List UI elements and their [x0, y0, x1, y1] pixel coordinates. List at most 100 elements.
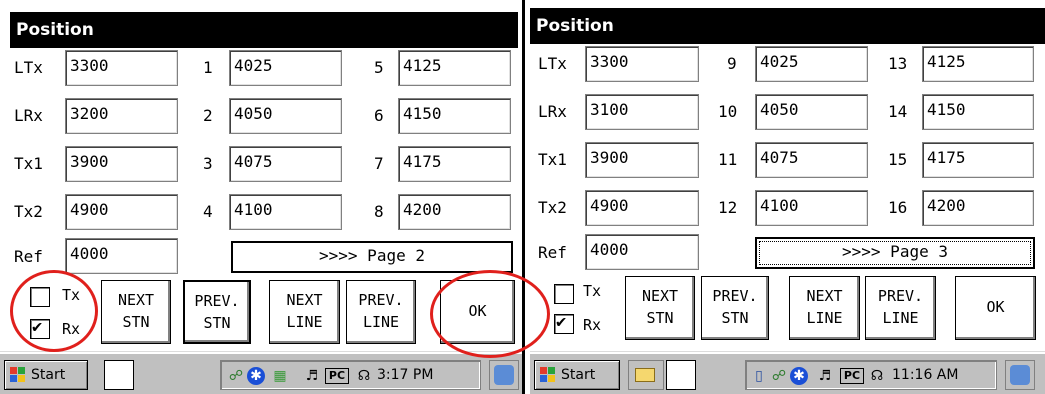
bluetooth-icon[interactable]: ✱ [790, 367, 808, 385]
position-14-field[interactable]: 4150 [922, 94, 1034, 130]
start-button[interactable]: Start [534, 360, 620, 390]
tx2-field[interactable]: 4900 [65, 194, 178, 230]
ltx-label: LTx [538, 54, 567, 73]
next-stn-button[interactable]: NEXT STN [625, 276, 695, 340]
position-13-field[interactable]: 4125 [922, 46, 1034, 82]
prev-line-button[interactable]: PREV. LINE [865, 276, 936, 340]
ltx-label: LTx [14, 58, 43, 77]
next-line-button[interactable]: NEXT LINE [789, 276, 860, 340]
network-icon[interactable]: ☍ [227, 367, 245, 385]
window-title: Position [10, 12, 518, 48]
ltx-field[interactable]: 3300 [65, 50, 178, 86]
position-window-right: Position LTx 3300 9 4025 13 4125 LRx 310… [530, 0, 1045, 394]
annotation-circle-ok [430, 270, 550, 358]
position-10-field[interactable]: 4050 [755, 94, 868, 130]
row-number: 4 [203, 202, 213, 221]
sync-icon[interactable]: ☊ [353, 367, 375, 385]
row-number: 12 [718, 198, 738, 217]
sound-icon[interactable]: ♬ [816, 367, 834, 385]
sync-icon[interactable]: ☊ [866, 367, 888, 385]
keyboard-icon[interactable] [1005, 360, 1035, 390]
button-label: PREV. [358, 291, 404, 309]
tx1-field[interactable]: 3900 [585, 142, 699, 178]
ltx-field[interactable]: 3300 [585, 46, 699, 82]
tx1-field[interactable]: 3900 [65, 146, 178, 182]
row-number: 3 [203, 154, 213, 173]
row-number: 13 [888, 54, 908, 73]
pc-sync-icon[interactable]: PC [840, 368, 864, 384]
prev-stn-button[interactable]: PREV. STN [183, 280, 251, 344]
position-1-field[interactable]: 4025 [229, 50, 342, 86]
annotation-circle-checkboxes [10, 270, 98, 352]
prev-stn-button[interactable]: PREV. STN [701, 276, 769, 340]
keyboard-icon[interactable] [489, 360, 519, 390]
position-8-field[interactable]: 4200 [398, 194, 511, 230]
position-2-field[interactable]: 4050 [229, 98, 342, 134]
button-label: PREV. [194, 292, 240, 310]
bluetooth-icon[interactable]: ✱ [247, 367, 265, 385]
position-3-field[interactable]: 4075 [229, 146, 342, 182]
position-11-field[interactable]: 4075 [755, 142, 868, 178]
button-label: NEXT [806, 287, 843, 305]
tx2-field[interactable]: 4900 [585, 190, 699, 226]
row-number: 15 [888, 150, 908, 169]
position-4-field[interactable]: 4100 [229, 194, 342, 230]
row-number: 8 [374, 202, 384, 221]
taskbar: Start ▯ ☍ ✱ ♬ PC ☊ 11:16 AM [530, 352, 1045, 394]
position-6-field[interactable]: 4150 [398, 98, 511, 134]
button-label: LINE [806, 309, 843, 327]
position-16-field[interactable]: 4200 [922, 190, 1034, 226]
position-5-field[interactable]: 4125 [398, 50, 511, 86]
ref-label: Ref [538, 243, 567, 262]
position-9-field[interactable]: 4025 [755, 46, 868, 82]
windows-flag-icon [540, 367, 556, 383]
next-line-button[interactable]: NEXT LINE [269, 280, 340, 344]
sound-icon[interactable]: ♬ [303, 367, 321, 385]
row-number: 6 [374, 106, 384, 125]
lrx-label: LRx [14, 106, 43, 125]
position-15-field[interactable]: 4175 [922, 142, 1034, 178]
lrx-label: LRx [538, 102, 567, 121]
taskbar-app-slot[interactable] [666, 360, 696, 390]
button-label: LINE [362, 313, 400, 331]
row-number: 16 [888, 198, 908, 217]
battery-icon[interactable]: ▦ [271, 367, 289, 385]
row-number: 10 [718, 102, 738, 121]
ok-button[interactable]: OK [955, 276, 1036, 340]
button-label: LINE [286, 313, 323, 331]
row-number: 14 [888, 102, 908, 121]
prev-line-button[interactable]: PREV. LINE [346, 280, 416, 344]
folder-icon [635, 368, 655, 382]
pc-sync-icon[interactable]: PC [325, 368, 349, 384]
lrx-field[interactable]: 3100 [585, 94, 699, 130]
taskbar-app-slot[interactable] [104, 360, 134, 390]
clock[interactable]: 11:16 AM [892, 361, 958, 389]
rx-checkbox[interactable] [554, 312, 574, 334]
start-label: Start [561, 367, 596, 383]
folder-app-button[interactable] [628, 360, 664, 390]
ref-field[interactable]: 4000 [65, 238, 178, 274]
page-2-button[interactable]: >>>> Page 2 [231, 241, 513, 273]
ref-field[interactable]: 4000 [585, 234, 699, 270]
lrx-field[interactable]: 3200 [65, 98, 178, 134]
windows-flag-icon [10, 367, 26, 383]
tx2-label: Tx2 [538, 198, 567, 217]
position-7-field[interactable]: 4175 [398, 146, 511, 182]
start-label: Start [31, 367, 66, 383]
button-label: STN [721, 309, 749, 327]
start-button[interactable]: Start [4, 360, 88, 390]
tx-checkbox[interactable] [554, 284, 574, 304]
rx-checkbox-label: Rx [583, 316, 602, 334]
network-icon[interactable]: ☍ [770, 367, 788, 385]
button-label: STN [203, 314, 231, 332]
page-3-button[interactable]: >>>> Page 3 [755, 237, 1035, 269]
row-number: 1 [203, 58, 213, 77]
taskbar: Start ☍ ✱ ▦ ♬ PC ☊ 3:17 PM [0, 352, 522, 394]
next-stn-button[interactable]: NEXT STN [101, 280, 171, 344]
button-label: STN [122, 313, 150, 331]
row-number: 5 [374, 58, 384, 77]
position-12-field[interactable]: 4100 [755, 190, 868, 226]
clock[interactable]: 3:17 PM [377, 361, 433, 389]
device-icon[interactable]: ▯ [750, 367, 768, 385]
system-tray: ☍ ✱ ▦ ♬ PC ☊ 3:17 PM [220, 360, 481, 390]
